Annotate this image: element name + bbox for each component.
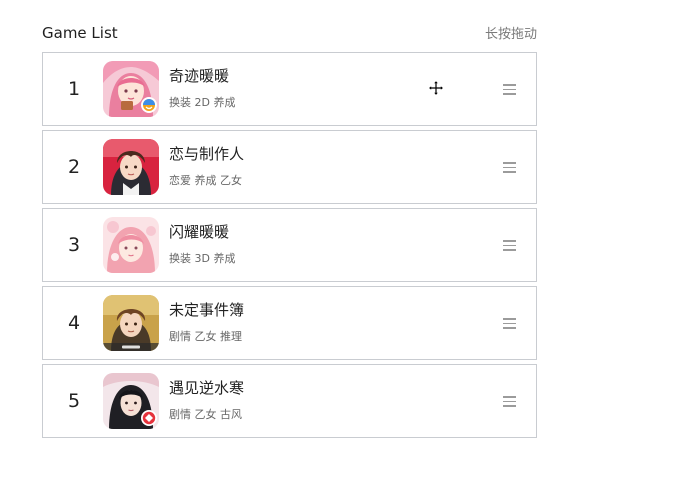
game-row[interactable]: 1 奇迹暖暖 换装 2D 养成 (42, 52, 537, 126)
drag-handle-icon[interactable] (503, 83, 516, 95)
game-tags: 换装 3D 养成 (169, 252, 236, 265)
game-tags: 换装 2D 养成 (169, 96, 236, 109)
game-name: 恋与制作人 (169, 145, 245, 163)
drag-handle-icon[interactable] (503, 317, 516, 329)
game-name: 遇见逆水寒 (169, 379, 245, 397)
list-header: Game List 长按拖动 (42, 22, 537, 44)
game-row[interactable]: 2 恋与制作人 恋爱 养成 乙女 (42, 130, 537, 204)
game-row[interactable]: 3 闪耀暖暖 换装 3D 养成 (42, 208, 537, 282)
game-name: 闪耀暖暖 (169, 223, 230, 241)
game-row[interactable]: 4 未定事件簿 剧情 乙女 推理 (42, 286, 537, 360)
game-row[interactable]: 5 遇见逆水寒 剧情 乙女 古风 (42, 364, 537, 438)
game-icon-yujiannishuihan (103, 373, 159, 429)
game-rank: 2 (67, 156, 81, 178)
game-icon-shanyaonuannuan (103, 217, 159, 273)
game-tags: 恋爱 养成 乙女 (169, 174, 242, 187)
game-tags: 剧情 乙女 推理 (169, 330, 242, 343)
drag-handle-icon[interactable] (503, 395, 516, 407)
game-rank: 5 (67, 390, 81, 412)
game-rank: 4 (67, 312, 81, 334)
game-list: 1 奇迹暖暖 换装 2D 养成 2 恋与制作人 恋爱 养成 乙女 3 闪耀暖暖 … (42, 52, 537, 442)
game-rank: 1 (67, 78, 81, 100)
drag-hint: 长按拖动 (484, 27, 537, 42)
game-name: 未定事件簿 (169, 301, 245, 319)
game-rank: 3 (67, 234, 81, 256)
game-name: 奇迹暖暖 (169, 67, 230, 85)
game-icon-lianyuzhizuoren (103, 139, 159, 195)
game-icon-qijinuannuan (103, 61, 159, 117)
game-tags: 剧情 乙女 古风 (169, 408, 242, 421)
drag-handle-icon[interactable] (503, 161, 516, 173)
drag-handle-icon[interactable] (503, 239, 516, 251)
game-icon-weidingshijianbu (103, 295, 159, 351)
page-title: Game List (42, 24, 118, 42)
move-cursor-icon (427, 79, 445, 97)
